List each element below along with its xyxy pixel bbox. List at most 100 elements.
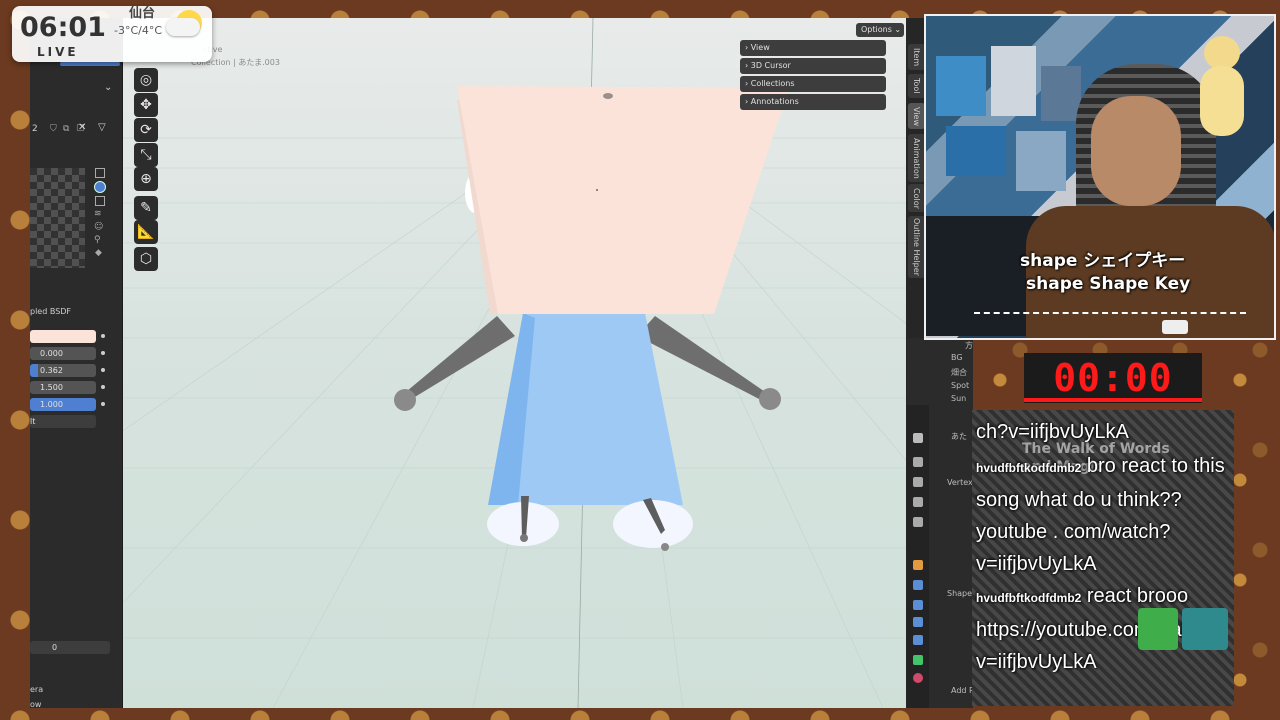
chat-emote-icon <box>1138 608 1178 650</box>
n-panel-view[interactable]: › View <box>740 40 886 56</box>
outliner-item[interactable]: Sun <box>951 394 966 403</box>
close-icon[interactable]: ✕ <box>78 122 86 133</box>
field-dot <box>101 385 105 389</box>
tab-view[interactable]: View <box>908 103 925 129</box>
scene-icon[interactable] <box>913 517 923 527</box>
chat-emote-icon <box>1182 608 1228 650</box>
preview-hair-icon[interactable]: ≋ <box>94 209 102 219</box>
outliner-item[interactable]: 方耳.002 <box>965 340 973 351</box>
n-panel-3d-cursor[interactable]: › 3D Cursor <box>740 58 886 74</box>
data-icon[interactable] <box>913 655 923 665</box>
3d-viewport[interactable]: ctive Collection | あたま.003 ◎ ✥ ⟳ ⤡ ⊕ ✎ 📐… <box>123 18 906 708</box>
person-coat <box>1026 206 1274 338</box>
particles-icon[interactable] <box>913 600 923 610</box>
annotate-tool-icon[interactable]: ✎ <box>134 196 158 220</box>
outliner-partial: Add Re <box>951 686 973 695</box>
chat-overlay: The Walk of Words and Magic ch?v=iifjbvU… <box>972 410 1234 706</box>
left-toe <box>520 534 528 542</box>
toolbar: ◎ ✥ ⟳ ⤡ ⊕ ✎ 📐 ⬡ <box>126 63 160 273</box>
output-icon[interactable] <box>913 477 923 487</box>
move-tool-icon[interactable]: ✥ <box>134 93 158 117</box>
zero-value-field[interactable]: 0 <box>30 641 110 654</box>
value-field-4[interactable]: 1.000 <box>30 398 96 411</box>
chat-username: hvudfbftkodfdmb2 <box>976 591 1082 605</box>
add-cube-tool-icon[interactable]: ⬡ <box>134 247 158 271</box>
n-panel-annotations[interactable]: › Annotations <box>740 94 886 110</box>
tab-item[interactable]: Item <box>908 44 925 70</box>
object-icon[interactable] <box>913 560 923 570</box>
outliner-item[interactable]: 畑合 <box>951 367 967 378</box>
chat-text: ch?v=iifjbvUyLkA <box>976 421 1129 443</box>
origin-dot <box>596 189 598 191</box>
poster-2 <box>991 46 1036 116</box>
temperature: -3°C/4°C <box>114 24 163 37</box>
tab-animation[interactable]: Animation <box>908 134 925 182</box>
options-button[interactable]: Options ⌄ <box>856 23 904 37</box>
value-field-2[interactable]: 0.362 <box>30 364 96 377</box>
head-top-marker <box>603 93 613 99</box>
city-label: 仙台 <box>129 6 156 21</box>
shield-icon[interactable]: ⛉ <box>50 124 57 134</box>
clock-widget: 06:01 LIVE 仙台 -3°C/4°C <box>12 6 212 62</box>
physics-icon[interactable] <box>913 617 923 627</box>
material-icon[interactable] <box>913 673 923 683</box>
outliner-item[interactable]: BG <box>951 353 963 362</box>
slot-count: 2 <box>32 124 38 134</box>
field-dot <box>101 402 105 406</box>
preview-cube-icon[interactable] <box>95 196 105 206</box>
preview-sphere-icon[interactable] <box>94 181 106 193</box>
bsdf-label: pled BSDF <box>30 307 72 316</box>
pixel-pet-icon <box>1162 320 1188 334</box>
value-field-3[interactable]: 1.500 <box>30 381 96 394</box>
left-arm <box>401 316 515 403</box>
copy-icon[interactable]: ⧉ <box>63 124 69 134</box>
outliner-partial: Shape <box>947 589 973 598</box>
filter-icon[interactable]: ▽ <box>98 122 106 133</box>
preview-fluid-icon[interactable]: ◆ <box>95 248 102 258</box>
field-dot <box>101 368 105 372</box>
sun-cloud-icon <box>166 10 208 40</box>
n-panel-collections[interactable]: › Collections <box>740 76 886 92</box>
tool-icon[interactable] <box>913 433 923 443</box>
cursor-tool-icon[interactable]: ◎ <box>134 68 158 92</box>
outliner-item[interactable]: Spot <box>951 381 969 390</box>
n-panel-annotations-label: Annotations <box>750 97 799 106</box>
view-layer-icon[interactable] <box>913 497 923 507</box>
value-field-1[interactable]: 0.000 <box>30 347 96 360</box>
base-color-field[interactable] <box>30 330 96 343</box>
options-label: Options <box>861 25 892 34</box>
active-tab-strip <box>60 62 120 66</box>
right-toe <box>661 543 669 551</box>
tab-tool[interactable]: Tool <box>908 74 925 98</box>
poster-3 <box>1041 66 1081 121</box>
chat-message: hvudfbftkodfdmb2 bro react to this song … <box>976 450 1234 580</box>
collapse-chevron-icon[interactable]: ⌄ <box>104 82 112 93</box>
outliner-partial: Vertex <box>947 478 973 487</box>
transform-tool-icon[interactable]: ⊕ <box>134 167 158 191</box>
modifier-icon[interactable] <box>913 580 923 590</box>
constraints-icon[interactable] <box>913 635 923 645</box>
field-dot <box>101 334 105 338</box>
tab-color[interactable]: Color <box>908 184 925 212</box>
left-properties-panel: ⌄ 2 ⛉ ⧉ ▢ ✕ ▽ ≋ ☺ ⚲ ◆ pled BSDF 0.000 0.… <box>30 18 123 708</box>
render-icon[interactable] <box>913 457 923 467</box>
bottom-label-2: ow <box>30 700 42 708</box>
n-panel-view-label: View <box>750 43 770 52</box>
tab-outline-helper[interactable]: Outline Helper <box>908 216 925 278</box>
caption-line-1: shape シェイプキー <box>1020 251 1186 271</box>
timer-underline <box>1024 398 1202 402</box>
measure-tool-icon[interactable]: 📐 <box>134 220 158 244</box>
live-label: LIVE <box>37 45 79 59</box>
person-face <box>1091 96 1181 206</box>
scale-tool-icon[interactable]: ⤡ <box>134 143 158 167</box>
teddy-bear <box>1196 36 1246 176</box>
poster-1 <box>936 56 986 116</box>
rotate-tool-icon[interactable]: ⟳ <box>134 118 158 142</box>
value-field-5[interactable]: lt <box>30 415 96 428</box>
caption-divider <box>974 312 1246 314</box>
preview-monkey-icon[interactable]: ☺ <box>94 222 103 232</box>
preview-cloth-icon[interactable]: ⚲ <box>94 235 101 245</box>
preview-flat-icon[interactable] <box>95 168 105 178</box>
bottom-label-1: era <box>30 685 44 694</box>
material-preview-thumbnail <box>30 168 85 268</box>
